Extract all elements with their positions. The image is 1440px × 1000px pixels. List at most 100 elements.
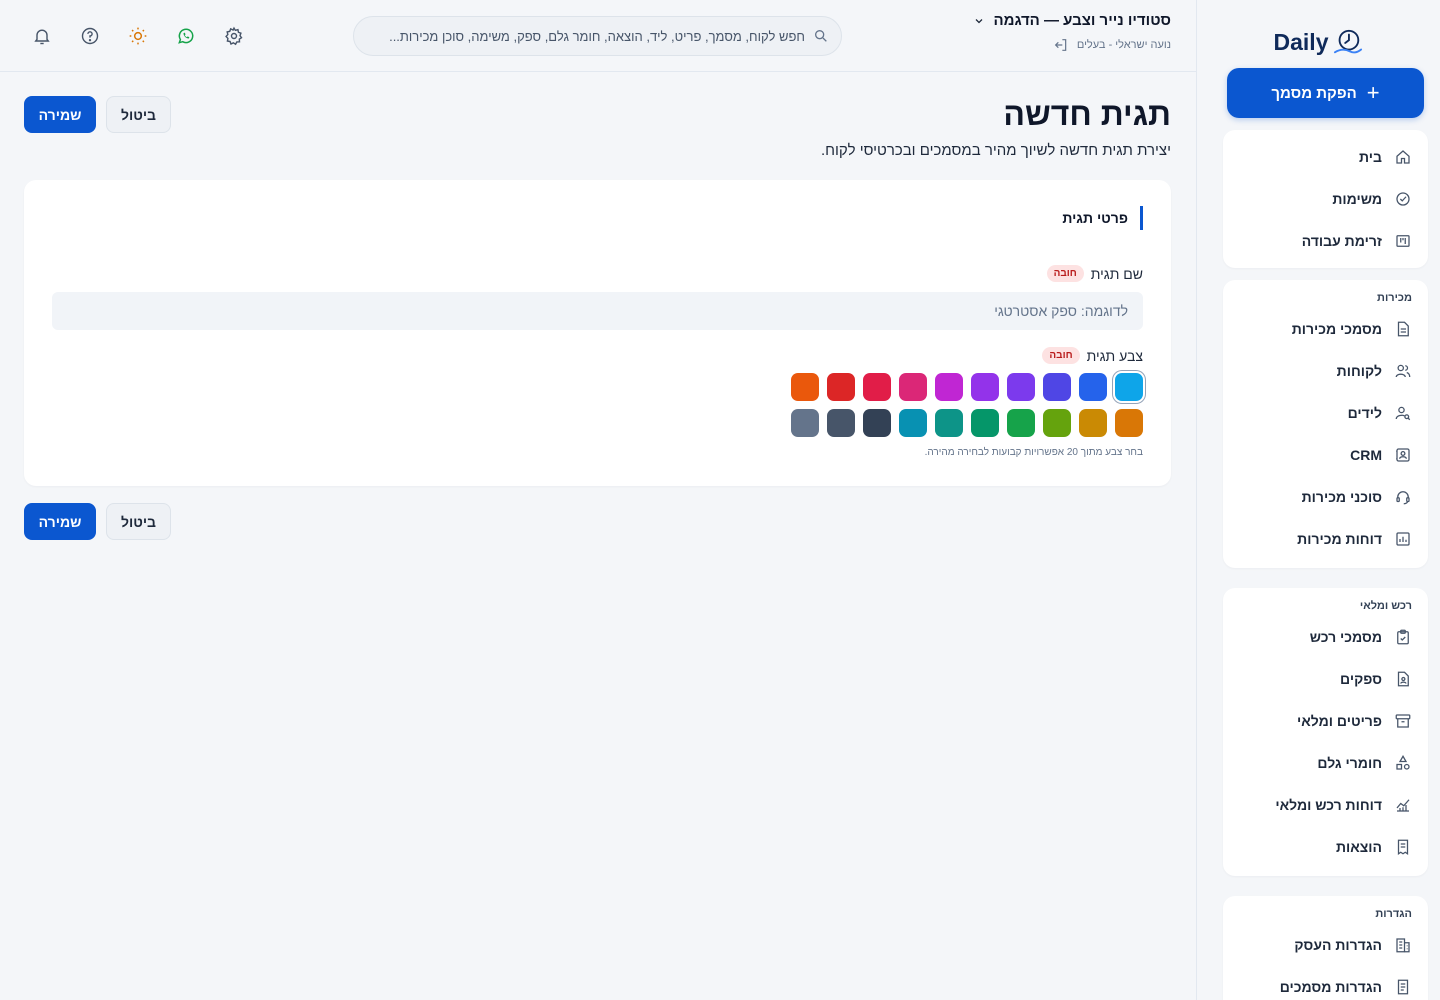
sidebar-item-business-settings[interactable]: הגדרות העסק bbox=[1223, 924, 1428, 966]
color-hint: בחר צבע מתוך 20 אפשרויות קבועות לבחירה מ… bbox=[924, 447, 1143, 458]
page-title: תגית חדשה bbox=[1003, 96, 1171, 132]
logout-icon[interactable] bbox=[1053, 37, 1069, 53]
doc-settings-icon bbox=[1397, 979, 1409, 995]
plus-icon: + bbox=[1366, 80, 1380, 105]
color-swatch[interactable] bbox=[971, 373, 999, 401]
tag-name-input[interactable] bbox=[52, 292, 1143, 330]
logo[interactable]: Daily bbox=[1196, 22, 1440, 62]
sidebar-item-purchase-docs[interactable]: מסמכי רכש bbox=[1223, 616, 1428, 658]
nav-group-purchasing: רכש ומלאי מסמכי רכש ספקים פריטים ומלאי ח… bbox=[1223, 588, 1428, 876]
color-swatch[interactable] bbox=[935, 373, 963, 401]
help-button[interactable] bbox=[78, 24, 102, 48]
sidebar-item-workflow[interactable]: זרימת עבודה bbox=[1223, 220, 1428, 262]
user-search-icon bbox=[1395, 406, 1411, 421]
clock-logo-icon bbox=[1333, 29, 1362, 54]
contact-card-icon bbox=[1396, 448, 1410, 462]
sidebar-item-label: הגדרות מסמכים bbox=[1279, 979, 1382, 995]
sidebar-item-crm[interactable]: CRM bbox=[1223, 434, 1428, 476]
sidebar-item-tasks[interactable]: משימות bbox=[1223, 178, 1428, 220]
sidebar-item-label: פריטים ומלאי bbox=[1297, 713, 1382, 729]
sidebar-item-sales-reports[interactable]: דוחות מכירות bbox=[1223, 518, 1428, 560]
color-swatch[interactable] bbox=[1007, 409, 1035, 437]
bar-report-icon bbox=[1396, 532, 1410, 546]
color-swatch[interactable] bbox=[899, 409, 927, 437]
save-button-bottom[interactable]: שמירה bbox=[24, 503, 96, 540]
new-document-button[interactable]: + הפקת מסמך bbox=[1227, 68, 1424, 118]
help-circle-icon bbox=[81, 27, 99, 45]
theme-toggle[interactable] bbox=[126, 24, 150, 48]
color-swatch[interactable] bbox=[1079, 373, 1107, 401]
page-description: יצירת תגית חדשה לשיוך מהיר במסמכים ובכרט… bbox=[820, 142, 1171, 159]
clipboard-check-icon bbox=[1397, 629, 1409, 645]
sidebar-item-label: הוצאות bbox=[1335, 839, 1382, 855]
notifications-button[interactable] bbox=[30, 24, 54, 48]
search-input[interactable] bbox=[366, 28, 805, 44]
bell-icon bbox=[34, 29, 50, 45]
color-swatch[interactable] bbox=[863, 409, 891, 437]
line-chart-icon bbox=[1396, 799, 1410, 812]
color-swatch[interactable] bbox=[1115, 409, 1143, 437]
sidebar-item-home[interactable]: בית bbox=[1223, 136, 1428, 178]
color-swatch[interactable] bbox=[1007, 373, 1035, 401]
sidebar-item-label: מסמכי מכירות bbox=[1291, 321, 1382, 337]
archive-box-icon bbox=[1395, 714, 1411, 728]
whatsapp-button[interactable] bbox=[174, 24, 198, 48]
nav-group-settings: הגדרות הגדרות העסק הגדרות מסמכים bbox=[1223, 896, 1428, 1000]
kanban-icon bbox=[1396, 235, 1410, 247]
receipt-icon bbox=[1397, 839, 1409, 855]
color-swatch[interactable] bbox=[1043, 373, 1071, 401]
required-badge: חובה bbox=[1046, 265, 1084, 282]
sidebar-item-expenses[interactable]: הוצאות bbox=[1223, 826, 1428, 868]
field-label-text: צבע תגית bbox=[1086, 347, 1143, 364]
headset-icon bbox=[1396, 491, 1410, 505]
sidebar-item-sales-agents[interactable]: סוכני מכירות bbox=[1223, 476, 1428, 518]
color-swatch[interactable] bbox=[827, 373, 855, 401]
color-swatch[interactable] bbox=[791, 373, 819, 401]
sidebar: Daily + הפקת מסמך בית משימות זרימת עבודה… bbox=[1196, 0, 1440, 1000]
color-swatch[interactable] bbox=[1115, 373, 1143, 401]
required-badge: חובה bbox=[1042, 347, 1080, 364]
business-name: סטודיו נייר וצבע — הדגמה bbox=[993, 12, 1171, 29]
new-document-label: הפקת מסמך bbox=[1271, 84, 1357, 102]
search-icon bbox=[815, 29, 827, 42]
sidebar-item-customers[interactable]: לקוחות bbox=[1223, 350, 1428, 392]
sidebar-item-leads[interactable]: לידים bbox=[1223, 392, 1428, 434]
color-swatch[interactable] bbox=[935, 409, 963, 437]
sidebar-item-raw-materials[interactable]: חומרי גלם bbox=[1223, 742, 1428, 784]
sidebar-item-purchase-reports[interactable]: דוחות רכש ומלאי bbox=[1223, 784, 1428, 826]
gear-icon bbox=[225, 26, 243, 46]
sidebar-item-label: ספקים bbox=[1340, 671, 1382, 687]
global-search bbox=[353, 16, 842, 56]
color-swatch[interactable] bbox=[971, 409, 999, 437]
sidebar-item-inventory[interactable]: פריטים ומלאי bbox=[1223, 700, 1428, 742]
sidebar-item-suppliers[interactable]: ספקים bbox=[1223, 658, 1428, 700]
top-header: סטודיו נייר וצבע — הדגמה נועה ישראלי - ב… bbox=[0, 0, 1196, 72]
business-switcher[interactable]: סטודיו נייר וצבע — הדגמה bbox=[973, 12, 1171, 29]
nav-group-main: בית משימות זרימת עבודה bbox=[1223, 130, 1428, 268]
color-swatch[interactable] bbox=[899, 373, 927, 401]
sidebar-item-label: לידים bbox=[1347, 405, 1382, 421]
section-title: פרטי תגית bbox=[1062, 206, 1143, 230]
cancel-button-top[interactable]: ביטול bbox=[106, 96, 171, 133]
sidebar-item-document-settings[interactable]: הגדרות מסמכים bbox=[1223, 966, 1428, 1000]
sidebar-item-sales-docs[interactable]: מסמכי מכירות bbox=[1223, 308, 1428, 350]
save-button-top[interactable]: שמירה bbox=[24, 96, 96, 133]
cancel-button-bottom[interactable]: ביטול bbox=[106, 503, 171, 540]
settings-button[interactable] bbox=[222, 24, 246, 48]
document-icon bbox=[1397, 321, 1409, 337]
color-swatch[interactable] bbox=[1043, 409, 1071, 437]
color-swatch[interactable] bbox=[1079, 409, 1107, 437]
sidebar-item-label: CRM bbox=[1350, 447, 1382, 463]
sidebar-item-label: זרימת עבודה bbox=[1301, 233, 1382, 249]
sidebar-item-label: דוחות מכירות bbox=[1297, 531, 1382, 547]
home-icon bbox=[1396, 150, 1410, 164]
tag-details-card: פרטי תגית שם תגית חובה צבע תגית חובה בחר… bbox=[24, 180, 1171, 486]
color-swatch[interactable] bbox=[863, 373, 891, 401]
color-swatch[interactable] bbox=[827, 409, 855, 437]
building-icon bbox=[1396, 938, 1410, 953]
field-label-text: שם תגית bbox=[1090, 265, 1143, 282]
logo-text: Daily bbox=[1273, 28, 1329, 55]
color-swatch[interactable] bbox=[791, 409, 819, 437]
color-swatch-grid bbox=[791, 373, 1143, 437]
sidebar-item-label: סוכני מכירות bbox=[1301, 489, 1382, 505]
